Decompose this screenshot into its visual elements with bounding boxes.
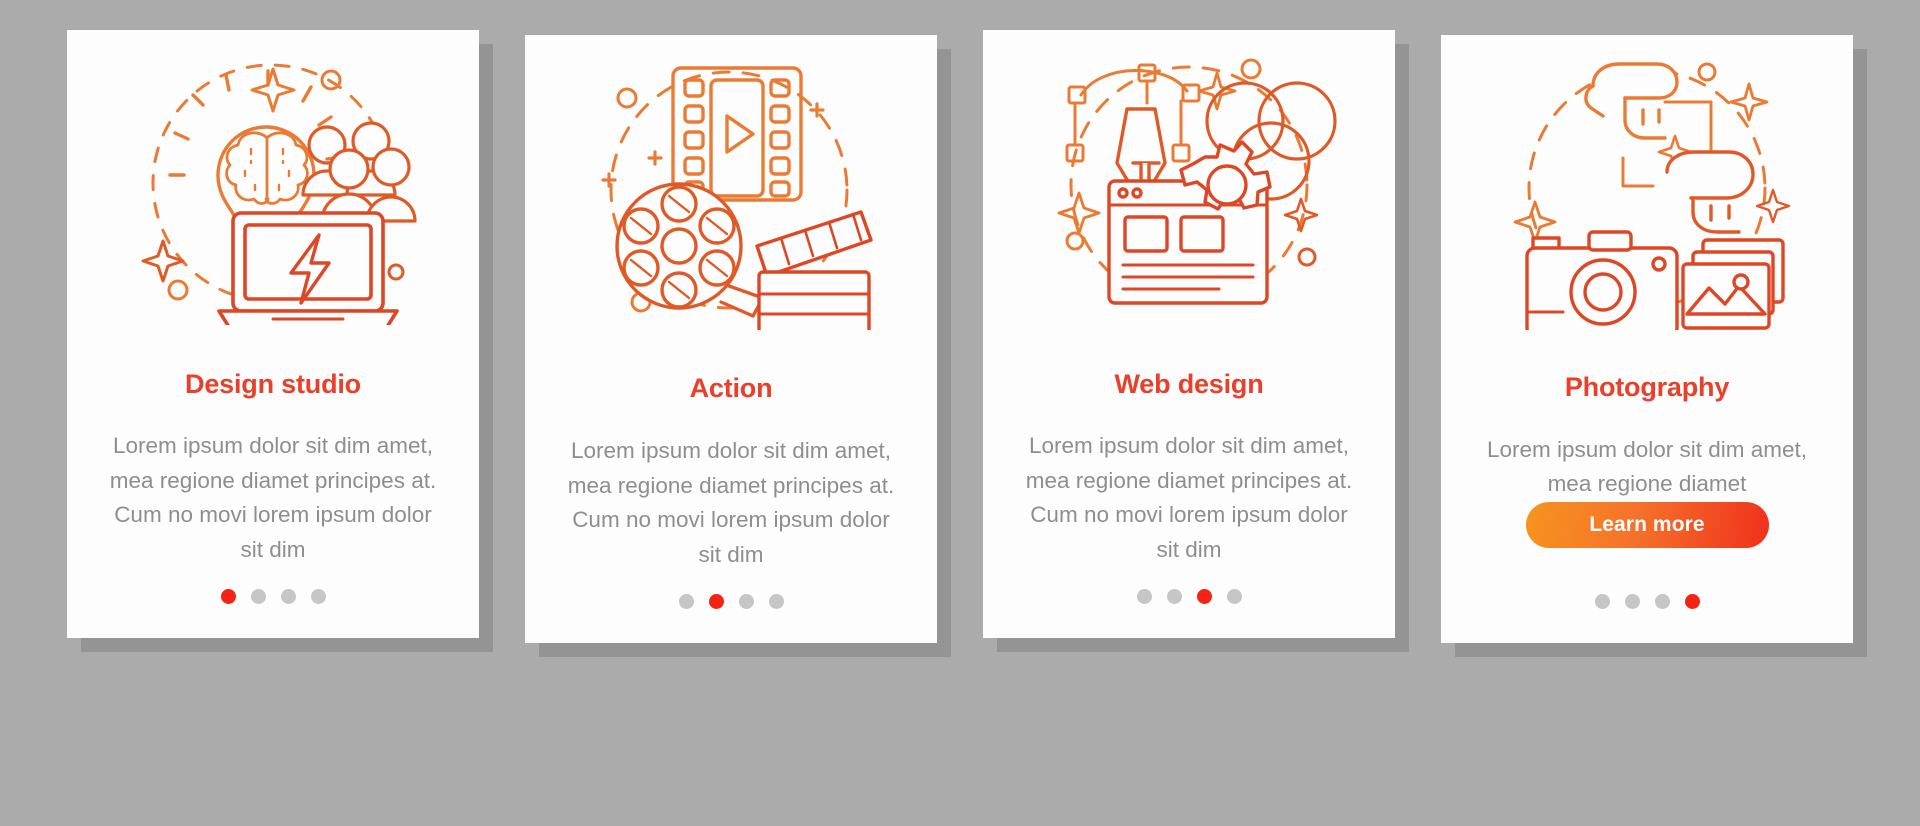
filmstrip-reel-clapperboard-icon: [525, 35, 937, 345]
pagination-dot-1[interactable]: [220, 589, 236, 604]
card-title: Design studio: [185, 369, 361, 400]
pagination-dot-3[interactable]: [280, 589, 296, 604]
pagination-dots[interactable]: [1594, 594, 1700, 609]
learn-more-button[interactable]: Learn more: [1525, 501, 1769, 548]
pagination-dot-3[interactable]: [1196, 589, 1212, 604]
pagination-dot-1[interactable]: [678, 594, 694, 609]
card-body-text: Lorem ipsum dolor sit dim amet, mea regi…: [567, 438, 895, 567]
onboarding-card-action: Action Lorem ipsum dolor sit dim amet, m…: [525, 35, 937, 643]
hand-camera-photos-icon: [1441, 35, 1853, 345]
card-body-text: Lorem ipsum dolor sit dim amet, mea regi…: [1025, 433, 1353, 562]
onboarding-card-web-design: Web design Lorem ipsum dolor sit dim ame…: [983, 30, 1395, 638]
pagination-dot-2[interactable]: [1624, 594, 1640, 609]
lightbulb-brain-people-laptop-icon: [67, 30, 479, 340]
card-body-text: Lorem ipsum dolor sit dim amet, mea regi…: [109, 433, 437, 562]
pagination-dot-4[interactable]: [768, 594, 784, 609]
pagination-dot-1[interactable]: [1136, 589, 1152, 604]
pagination-dot-4[interactable]: [1226, 589, 1242, 604]
card-body-text: Lorem ipsum dolor sit dim amet, mea regi…: [1486, 436, 1808, 497]
pagination-dot-3[interactable]: [738, 594, 754, 609]
card-title: Web design: [1114, 369, 1264, 400]
card-title: Action: [689, 373, 773, 404]
pagination-dot-4[interactable]: [310, 589, 326, 604]
pagination-dot-2[interactable]: [708, 594, 724, 609]
pagination-dot-2[interactable]: [250, 589, 266, 604]
pagination-dot-2[interactable]: [1166, 589, 1182, 604]
pagination-dot-4[interactable]: [1684, 594, 1700, 609]
pagination-dot-3[interactable]: [1654, 594, 1670, 609]
pagination-dots[interactable]: [220, 589, 326, 604]
pagination-dots[interactable]: [678, 594, 784, 609]
card-title: Photography: [1564, 372, 1730, 403]
pagination-dots[interactable]: [1136, 589, 1242, 604]
onboarding-screens-container: Design studio Lorem ipsum dolor sit dim …: [0, 0, 1920, 826]
onboarding-card-photography: Photography Lorem ipsum dolor sit dim am…: [1441, 35, 1853, 643]
onboarding-card-design-studio: Design studio Lorem ipsum dolor sit dim …: [67, 30, 479, 638]
pen-tool-venn-gear-browser-icon: [983, 30, 1395, 340]
pagination-dot-1[interactable]: [1594, 594, 1610, 609]
